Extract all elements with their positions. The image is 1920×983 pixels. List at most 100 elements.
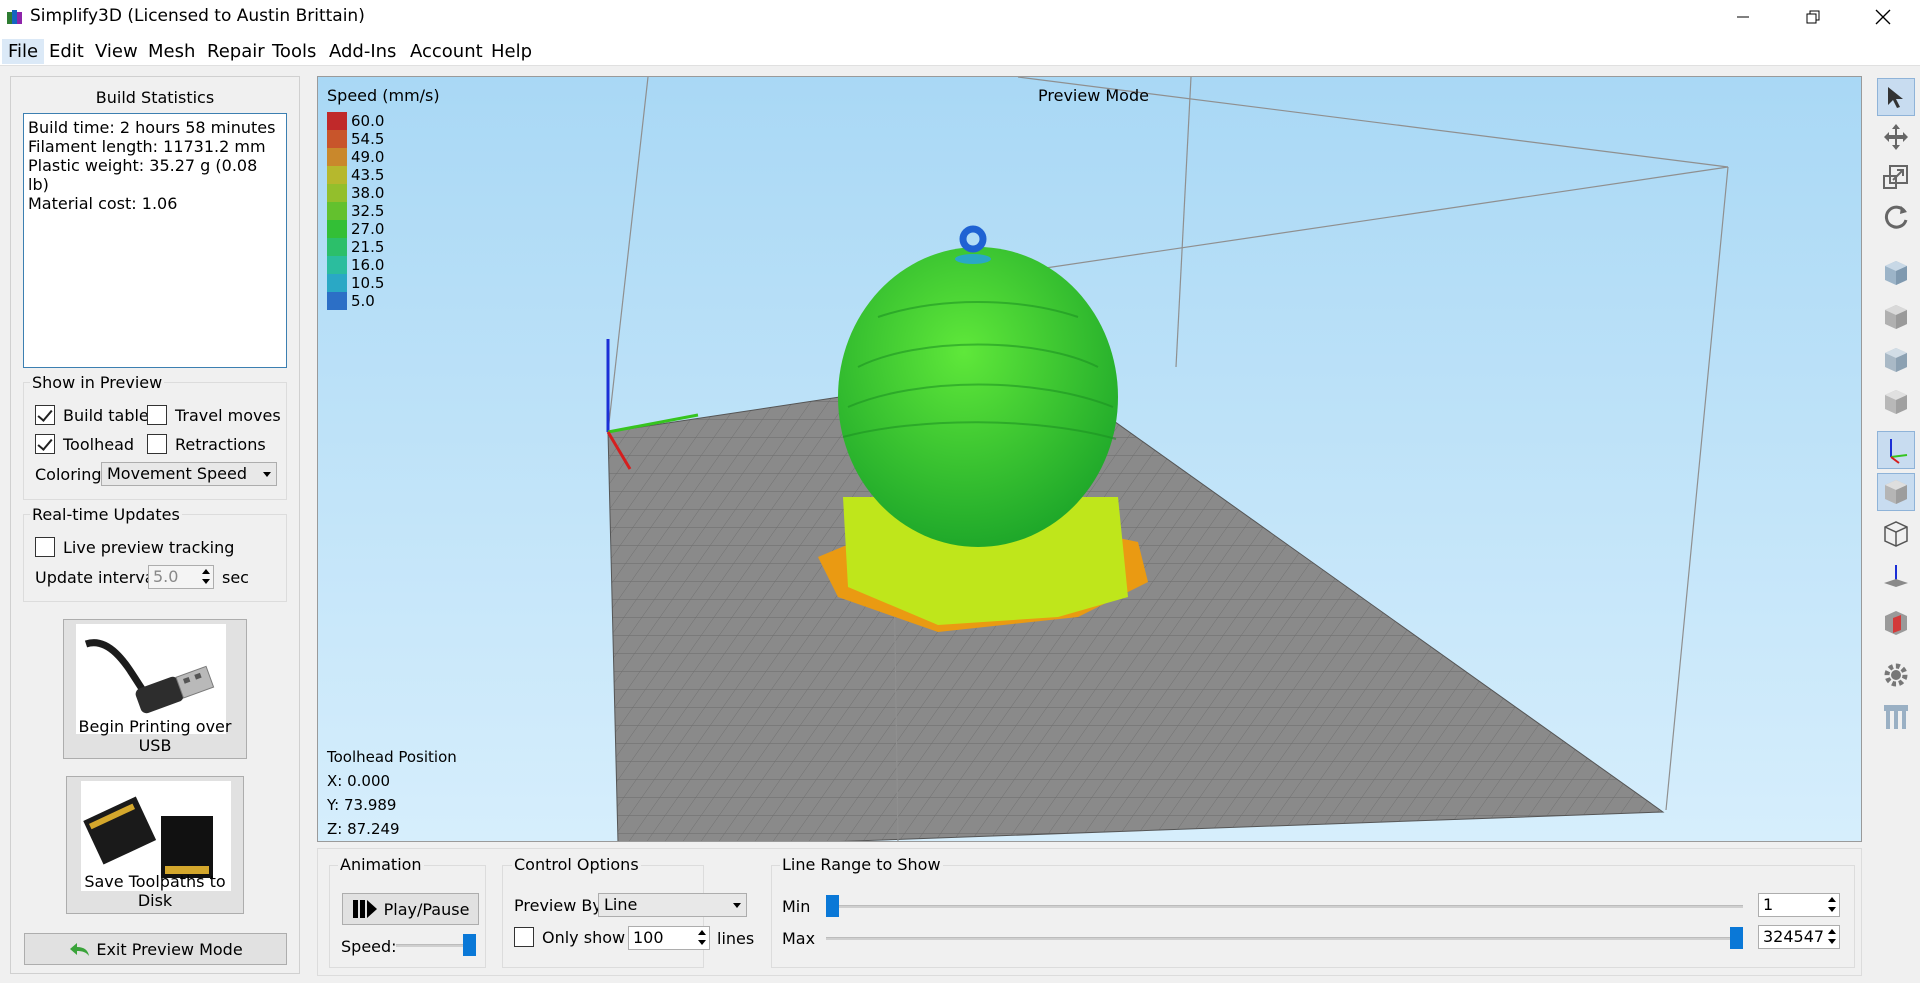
simplify3d-logo-icon xyxy=(7,10,22,24)
model-hook xyxy=(959,225,987,253)
legend-row: 49.0 xyxy=(327,148,384,166)
spin-down-icon[interactable] xyxy=(1826,937,1838,947)
cross-section-button[interactable] xyxy=(1877,557,1915,595)
preview-by-label: Preview By xyxy=(514,896,602,915)
menu-add-ins[interactable]: Add-Ins xyxy=(323,39,402,64)
view-top-button[interactable] xyxy=(1877,341,1915,379)
settings-button[interactable] xyxy=(1877,656,1915,694)
close-button[interactable] xyxy=(1854,0,1912,34)
speed-slider-thumb[interactable] xyxy=(463,934,476,956)
show-axes-button[interactable] xyxy=(1877,431,1915,469)
minimize-button[interactable] xyxy=(1714,0,1772,34)
menu-edit[interactable]: Edit xyxy=(43,39,90,64)
supports-button[interactable] xyxy=(1877,698,1915,736)
menu-mesh[interactable]: Mesh xyxy=(142,39,201,64)
spin-down-icon[interactable] xyxy=(696,938,708,948)
line-range-group xyxy=(771,865,1855,968)
legend-label: 27.0 xyxy=(351,220,385,238)
coloring-label: Coloring xyxy=(35,465,102,484)
cube-side-icon xyxy=(1885,390,1907,414)
update-interval-input[interactable]: 5.0 xyxy=(148,565,214,589)
legend-label: 38.0 xyxy=(351,184,385,202)
menu-tools[interactable]: Tools xyxy=(266,39,322,64)
menu-repair[interactable]: Repair xyxy=(201,39,271,64)
speed-slider-track[interactable] xyxy=(396,944,471,947)
min-label: Min xyxy=(782,897,811,916)
coloring-select[interactable]: Movement Speed xyxy=(101,462,277,486)
cursor-icon xyxy=(1888,87,1903,108)
rotate-tool-button[interactable] xyxy=(1877,198,1915,236)
toolhead-checkbox[interactable] xyxy=(35,434,55,454)
speed-legend: 60.0 54.5 49.0 43.5 38.0 32.5 27.0 21.5 … xyxy=(327,112,384,310)
section-plane-icon xyxy=(1884,565,1908,587)
toolhead-z: Z: 87.249 xyxy=(327,820,400,838)
stat-plastic-weight: Plastic weight: 35.27 g (0.08 lb) xyxy=(28,156,258,194)
cube-top-icon xyxy=(1885,348,1907,372)
spin-up-icon[interactable] xyxy=(1826,927,1838,937)
menu-bar: File Edit View Mesh Repair Tools Add-Ins… xyxy=(0,34,1920,66)
legend-label: 10.5 xyxy=(351,274,385,292)
view-front-button[interactable] xyxy=(1877,298,1915,336)
line-range-title: Line Range to Show xyxy=(780,855,943,874)
only-show-checkbox[interactable] xyxy=(514,927,534,947)
update-interval-label: Update interval xyxy=(35,568,160,587)
min-slider-track[interactable] xyxy=(826,905,1743,908)
control-options-title: Control Options xyxy=(512,855,641,874)
realtime-updates-title: Real-time Updates xyxy=(30,505,182,524)
spin-up-icon[interactable] xyxy=(200,567,212,577)
exit-preview-mode-button[interactable]: Exit Preview Mode xyxy=(24,933,287,965)
live-preview-checkbox[interactable] xyxy=(35,537,55,557)
legend-swatch xyxy=(327,166,347,184)
view-iso-button[interactable] xyxy=(1877,254,1915,292)
cube-iso-icon xyxy=(1885,261,1907,285)
travel-moves-checkbox[interactable] xyxy=(147,405,167,425)
cut-cube-icon xyxy=(1885,611,1907,635)
only-show-input[interactable]: 100 xyxy=(628,926,710,950)
spin-up-icon[interactable] xyxy=(696,928,708,938)
toolhead-position-title: Toolhead Position xyxy=(327,748,457,766)
min-value-input[interactable]: 1 xyxy=(1758,893,1840,917)
legend-swatch xyxy=(327,148,347,166)
legend-row: 16.0 xyxy=(327,256,384,274)
move-tool-button[interactable] xyxy=(1877,118,1915,156)
build-table-label: Build table xyxy=(63,406,149,425)
build-table-checkbox[interactable] xyxy=(35,405,55,425)
max-value-input[interactable]: 324547 xyxy=(1758,925,1840,949)
play-pause-button[interactable]: Play/Pause xyxy=(342,893,479,925)
menu-help[interactable]: Help xyxy=(485,39,538,64)
legend-swatch xyxy=(327,238,347,256)
toolhead-x: X: 0.000 xyxy=(327,772,391,790)
spin-up-icon[interactable] xyxy=(1826,895,1838,905)
cut-view-button[interactable] xyxy=(1877,604,1915,642)
spin-down-icon[interactable] xyxy=(200,577,212,587)
select-tool-button[interactable] xyxy=(1877,78,1915,116)
save-toolpaths-button[interactable]: Save Toolpaths to Disk xyxy=(66,776,244,914)
view-side-button[interactable] xyxy=(1877,383,1915,421)
wireframe-cube-icon xyxy=(1884,521,1908,547)
build-statistics-box: Build time: 2 hours 58 minutes Filament … xyxy=(23,113,287,368)
menu-view[interactable]: View xyxy=(89,39,144,64)
menu-file[interactable]: File xyxy=(2,39,45,64)
scale-tool-button[interactable] xyxy=(1877,158,1915,196)
legend-row: 43.5 xyxy=(327,166,384,184)
only-show-value: 100 xyxy=(633,928,664,947)
solid-view-button[interactable] xyxy=(1877,473,1915,511)
wireframe-view-button[interactable] xyxy=(1877,515,1915,553)
legend-row: 38.0 xyxy=(327,184,384,202)
begin-printing-usb-button[interactable]: Begin Printing over USB xyxy=(63,619,247,759)
legend-row: 5.0 xyxy=(327,292,384,310)
restore-button[interactable] xyxy=(1784,0,1842,34)
retractions-checkbox[interactable] xyxy=(147,434,167,454)
spin-down-icon[interactable] xyxy=(1826,905,1838,915)
preview-viewport[interactable]: Speed (mm/s) 60.0 54.5 49.0 43.5 38.0 32… xyxy=(317,76,1862,842)
max-slider-track[interactable] xyxy=(826,937,1743,940)
save-toolpaths-label: Save Toolpaths to Disk xyxy=(84,872,226,910)
menu-account[interactable]: Account xyxy=(404,39,489,64)
build-plate xyxy=(607,366,1665,841)
min-slider-thumb[interactable] xyxy=(826,895,839,917)
build-scene xyxy=(606,77,1729,841)
travel-moves-label: Travel moves xyxy=(175,406,281,425)
preview-by-select[interactable]: Line xyxy=(598,893,747,917)
max-slider-thumb[interactable] xyxy=(1730,927,1743,949)
scale-icon xyxy=(1883,165,1908,189)
